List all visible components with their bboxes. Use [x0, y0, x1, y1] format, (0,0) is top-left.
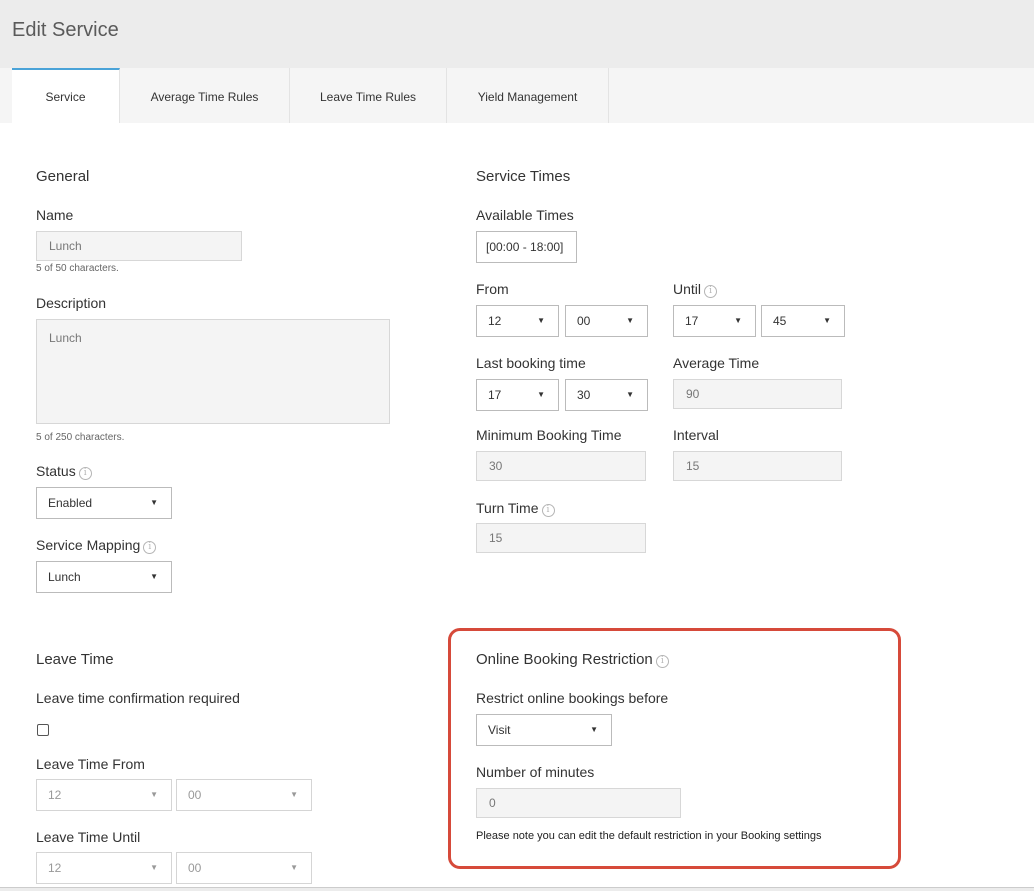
status-select[interactable]: Enabled ▼: [36, 487, 172, 519]
turn-time-label: Turn Time i: [476, 500, 555, 517]
leave-until-hour-select[interactable]: 12 ▼: [36, 852, 172, 884]
restrict-before-value: Visit: [488, 723, 511, 737]
page-title: Edit Service: [12, 19, 119, 41]
tab-leave-time-rules[interactable]: Leave Time Rules: [290, 68, 447, 123]
leave-from-hour-value: 12: [48, 788, 62, 802]
tab-average-time-rules[interactable]: Average Time Rules: [120, 68, 290, 123]
name-char-count: 5 of 50 characters.: [36, 263, 119, 274]
tab-bar: Service Average Time Rules Leave Time Ru…: [0, 68, 1034, 123]
minimum-booking-label: Minimum Booking Time: [476, 427, 622, 443]
caret-down-icon: ▼: [823, 316, 831, 325]
info-circle-icon[interactable]: i: [541, 504, 555, 517]
average-time-label: Average Time: [673, 355, 760, 371]
leave-time-heading: Leave Time: [36, 651, 114, 668]
service-mapping-label: Service Mapping i: [36, 537, 157, 554]
number-of-minutes-input[interactable]: 0: [476, 788, 681, 818]
caret-down-icon: ▼: [626, 316, 634, 325]
leave-confirmation-checkbox[interactable]: [37, 724, 49, 736]
last-booking-label: Last booking time: [476, 355, 586, 371]
caret-down-icon: ▼: [150, 790, 158, 799]
tab-service[interactable]: Service: [12, 68, 120, 123]
from-minute-select[interactable]: 00 ▼: [565, 305, 648, 337]
name-label: Name: [36, 207, 74, 223]
name-input[interactable]: Lunch: [36, 231, 242, 261]
leave-from-minute-select[interactable]: 00 ▼: [176, 779, 312, 811]
last-booking-minute-select[interactable]: 30 ▼: [565, 379, 648, 411]
caret-down-icon: ▼: [537, 390, 545, 399]
available-times-input[interactable]: [00:00 - 18:00]: [476, 231, 577, 263]
service-mapping-select[interactable]: Lunch ▼: [36, 561, 172, 593]
last-booking-hour-select[interactable]: 17 ▼: [476, 379, 559, 411]
service-mapping-value: Lunch: [48, 570, 81, 584]
leave-until-minute-value: 00: [188, 861, 202, 875]
divider: [0, 887, 1034, 891]
turn-time-label-text: Turn Time: [476, 500, 539, 516]
leave-confirmation-label: Leave time confirmation required: [36, 690, 240, 706]
number-of-minutes-label: Number of minutes: [476, 764, 595, 780]
tab-yield-management[interactable]: Yield Management: [447, 68, 609, 123]
from-hour-select[interactable]: 12 ▼: [476, 305, 559, 337]
interval-input[interactable]: 15: [673, 451, 842, 481]
status-select-value: Enabled: [48, 496, 93, 510]
leave-from-hour-select[interactable]: 12 ▼: [36, 779, 172, 811]
interval-label: Interval: [673, 427, 719, 443]
description-textarea[interactable]: Lunch: [36, 319, 390, 424]
average-time-input[interactable]: 90: [673, 379, 842, 409]
caret-down-icon: ▼: [150, 498, 158, 507]
last-booking-hour-value: 17: [488, 388, 502, 402]
until-hour-select[interactable]: 17 ▼: [673, 305, 756, 337]
edit-service-panel: Service Average Time Rules Leave Time Ru…: [0, 68, 1034, 891]
info-circle-icon[interactable]: i: [704, 285, 718, 298]
minimum-booking-input[interactable]: 30: [476, 451, 646, 481]
caret-down-icon: ▼: [150, 863, 158, 872]
caret-down-icon: ▼: [590, 725, 598, 734]
from-label: From: [476, 281, 509, 297]
description-char-count: 5 of 250 characters.: [36, 432, 125, 443]
info-circle-icon[interactable]: i: [655, 655, 669, 668]
until-minute-value: 45: [773, 314, 787, 328]
service-times-heading: Service Times: [476, 168, 571, 185]
from-hour-value: 12: [488, 314, 502, 328]
until-hour-value: 17: [685, 314, 699, 328]
description-label: Description: [36, 295, 107, 311]
leave-time-until-label: Leave Time Until: [36, 829, 141, 845]
info-circle-icon[interactable]: i: [143, 541, 157, 554]
general-heading: General: [36, 168, 90, 185]
leave-until-minute-select[interactable]: 00 ▼: [176, 852, 312, 884]
leave-time-from-label: Leave Time From: [36, 756, 145, 772]
title-bar: Edit Service: [0, 0, 1034, 68]
turn-time-input[interactable]: 15: [476, 523, 646, 553]
status-label-text: Status: [36, 463, 76, 479]
restrict-before-label: Restrict online bookings before: [476, 690, 669, 706]
caret-down-icon: ▼: [150, 572, 158, 581]
status-label: Status i: [36, 463, 92, 480]
caret-down-icon: ▼: [537, 316, 545, 325]
caret-down-icon: ▼: [290, 863, 298, 872]
leave-from-minute-value: 00: [188, 788, 202, 802]
caret-down-icon: ▼: [734, 316, 742, 325]
restrict-before-select[interactable]: Visit ▼: [476, 714, 612, 746]
restriction-note: Please note you can edit the default res…: [476, 830, 822, 842]
service-mapping-label-text: Service Mapping: [36, 537, 141, 553]
caret-down-icon: ▼: [290, 790, 298, 799]
until-label: Until i: [673, 281, 718, 298]
online-restriction-heading-text: Online Booking Restriction: [476, 651, 653, 668]
until-label-text: Until: [673, 281, 702, 297]
from-minute-value: 00: [577, 314, 591, 328]
caret-down-icon: ▼: [626, 390, 634, 399]
available-times-label: Available Times: [476, 207, 574, 223]
info-circle-icon[interactable]: i: [78, 467, 92, 480]
until-minute-select[interactable]: 45 ▼: [761, 305, 845, 337]
leave-until-hour-value: 12: [48, 861, 62, 875]
last-booking-minute-value: 30: [577, 388, 591, 402]
online-restriction-heading: Online Booking Restriction i: [476, 651, 669, 668]
